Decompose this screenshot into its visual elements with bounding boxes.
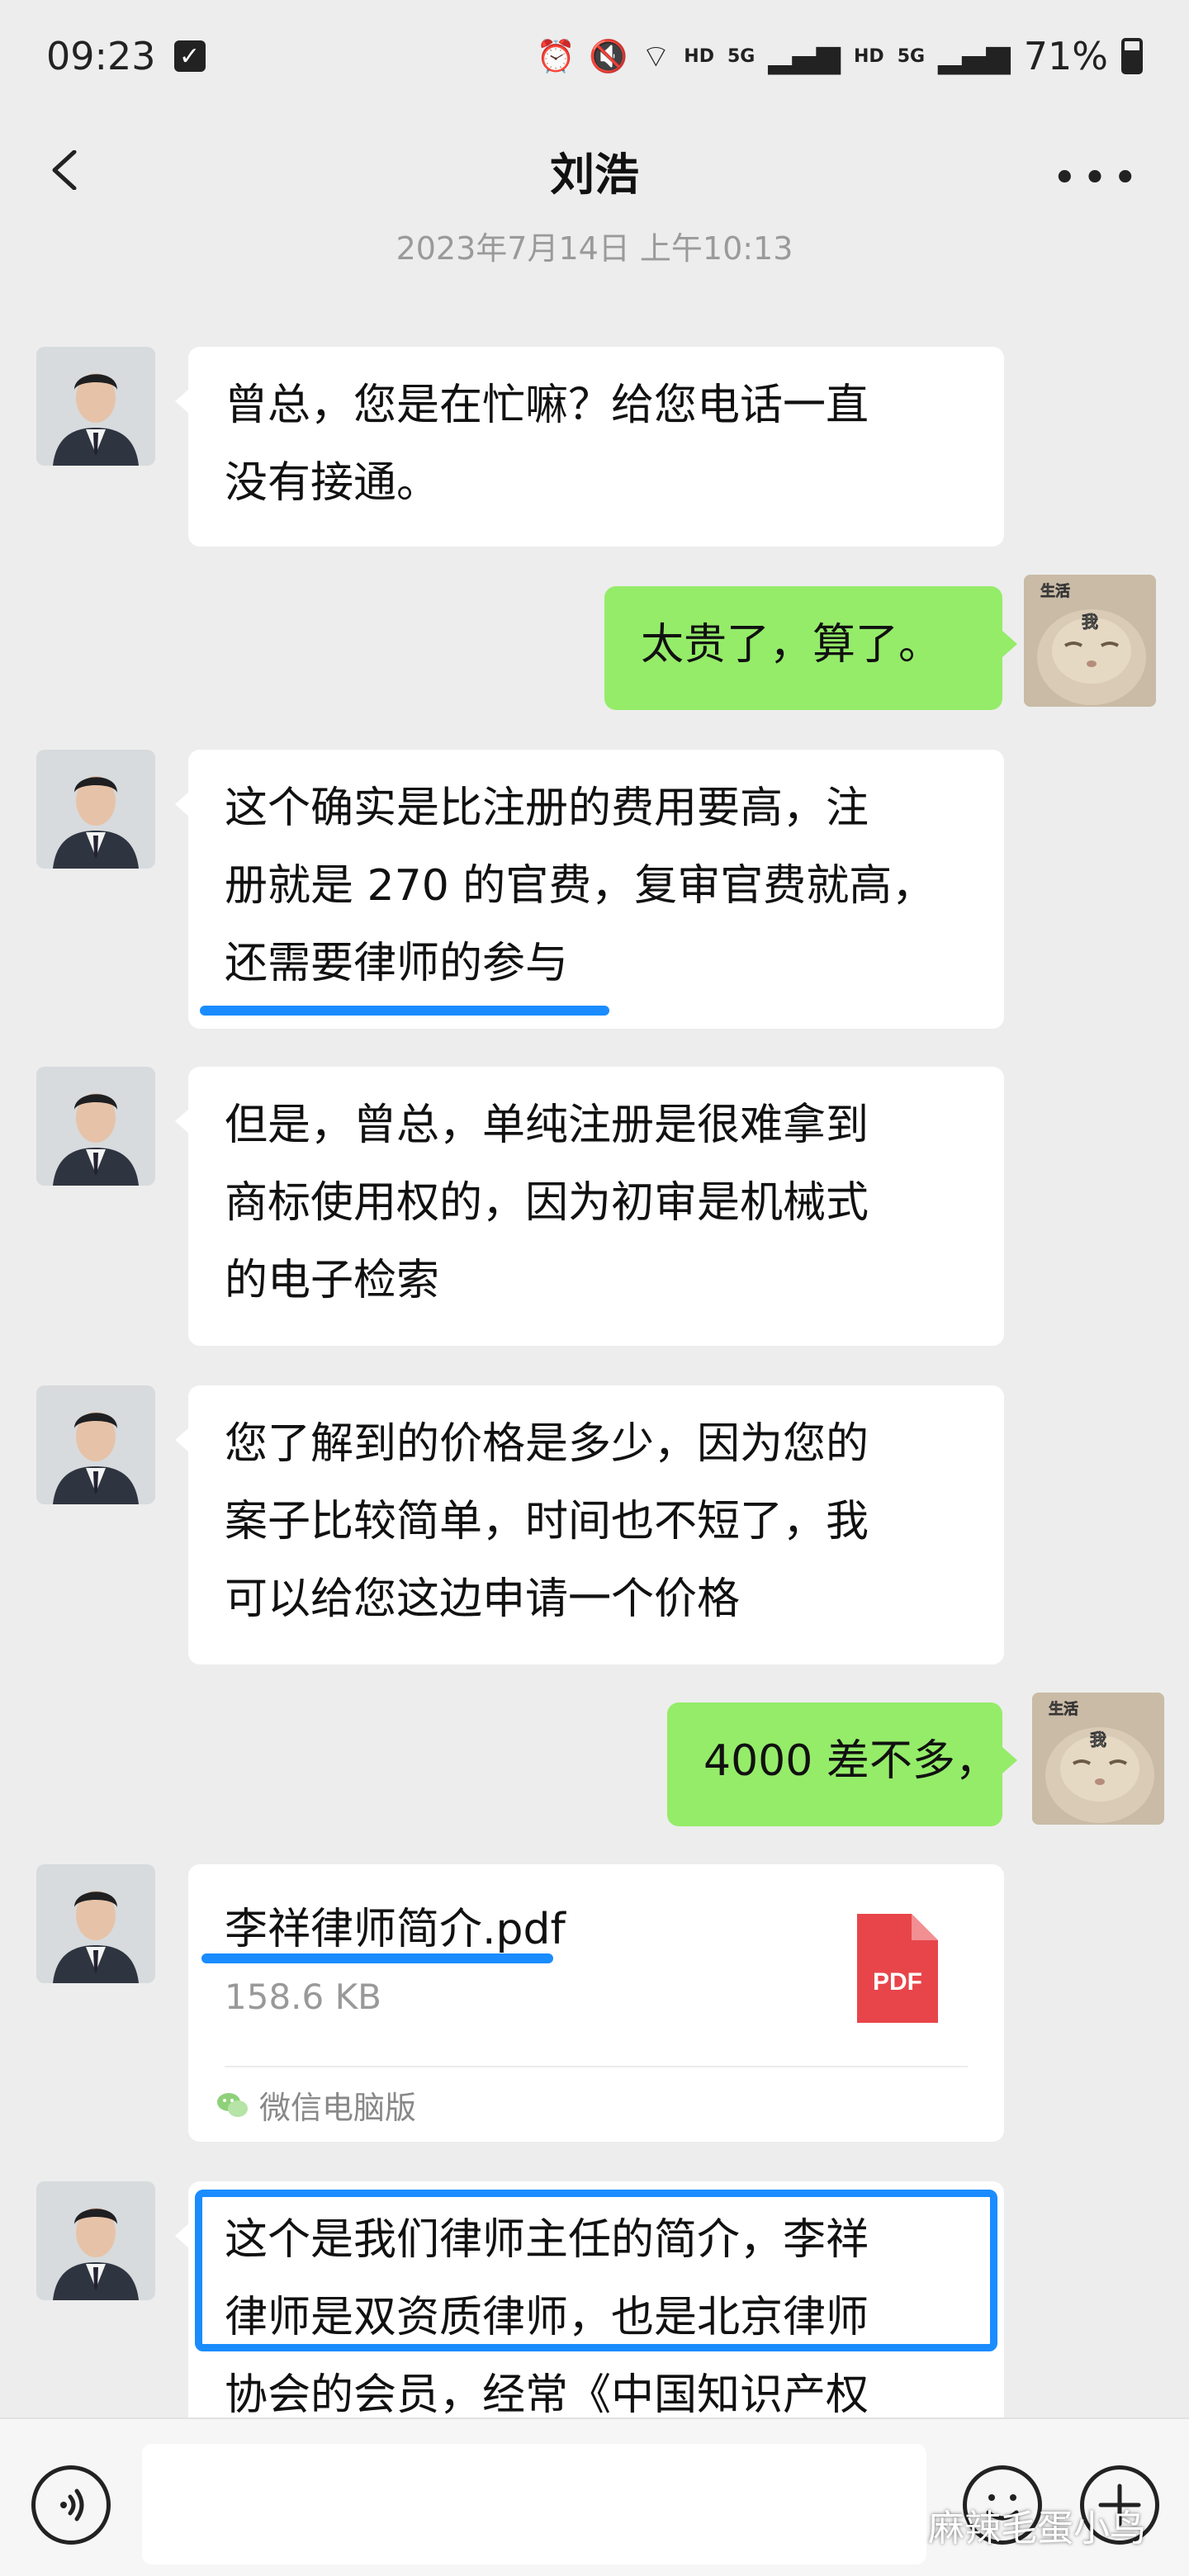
message-bubble[interactable]: 曾总，您是在忙嘛？给您电话一直 没有接通。 — [188, 347, 1004, 547]
file-message-card[interactable]: 李祥律师简介.pdf 158.6 KB PDF 微信电脑版 — [188, 1864, 1004, 2142]
message-bubble[interactable]: 但是，曾总，单纯注册是很难拿到 商标使用权的，因为初审是机械式 的电子检索 — [188, 1067, 1004, 1346]
signal-icon-2: ▂▄▆ — [938, 38, 1011, 74]
avatar[interactable] — [36, 1864, 155, 1983]
message-bubble[interactable]: 这个确实是比注册的费用要高，注 册就是 270 的官费，复审官费就高， 还需要律… — [188, 750, 1004, 1029]
sticker-text: 我 — [1082, 612, 1098, 632]
status-bar: 09:23 ✓ ⏰ 🔇 ⌔ HD 5G ▂▄▆ HD 5G ▂▄▆ 71% — [0, 0, 1189, 112]
message-bubble-mine[interactable]: 太贵了，算了。 — [604, 586, 1002, 710]
status-right: ⏰ 🔇 ⌔ HD 5G ▂▄▆ HD 5G ▂▄▆ 71% — [537, 34, 1143, 78]
message-text: 太贵了，算了。 — [641, 620, 942, 670]
network-label-1: HD — [684, 45, 714, 67]
my-avatar[interactable]: 生活 我 — [1024, 575, 1156, 707]
contact-avatar-image — [36, 1067, 155, 1186]
annotation-underline — [201, 1953, 553, 1963]
status-left: 09:23 ✓ — [46, 34, 206, 78]
wifi-icon: ⌔ — [641, 38, 671, 74]
more-icon[interactable]: ••• — [1052, 154, 1143, 203]
message-text: 曾总，您是在忙嘛？给您电话一直 — [225, 381, 869, 430]
avatar[interactable] — [36, 750, 155, 869]
cat-avatar-image: 生活 我 — [1032, 1693, 1164, 1825]
contact-avatar-image — [36, 750, 155, 869]
message-timestamp: 2023年7月14日 上午10:13 — [396, 230, 793, 267]
signal-label-2: 5G — [897, 45, 926, 67]
avatar[interactable] — [36, 1067, 155, 1186]
annotation-highlight-box — [195, 2190, 997, 2351]
avatar[interactable] — [36, 347, 155, 466]
battery-percent: 71% — [1023, 34, 1108, 78]
message-input[interactable] — [142, 2444, 926, 2564]
chat-title: 刘浩 — [550, 148, 639, 201]
message-text: 案子比较简单，时间也不短了，我 — [225, 1497, 869, 1546]
message-text: 没有接通。 — [225, 458, 440, 508]
message-text: 但是，曾总，单纯注册是很难拿到 — [225, 1101, 869, 1150]
message-text: 4000 差不多， — [703, 1736, 998, 1786]
message-text: 还需要律师的参与 — [225, 939, 569, 988]
message-text: 商标使用权的，因为初审是机械式 — [225, 1178, 869, 1228]
watermark: 麻辣毛蛋小鸟 — [928, 2507, 1146, 2550]
contact-avatar-image — [36, 1385, 155, 1504]
back-arrow-icon[interactable] — [48, 150, 84, 190]
avatar[interactable] — [36, 1385, 155, 1504]
file-source-label: 微信电脑版 — [259, 2090, 417, 2126]
signal-label-1: 5G — [727, 45, 756, 67]
voice-waves-icon — [60, 2488, 84, 2522]
my-avatar[interactable]: 生活 我 — [1032, 1693, 1164, 1825]
mute-icon: 🔇 — [589, 37, 628, 74]
wechat-icon — [217, 2092, 248, 2117]
annotation-underline — [200, 1006, 609, 1016]
message-bubble-mine[interactable]: 4000 差不多， — [667, 1702, 1002, 1826]
message-text: 这个确实是比注册的费用要高，注 — [225, 784, 869, 833]
chat-header: 刘浩 ••• — [0, 112, 1189, 228]
signal-icon: ▂▄▆ — [768, 38, 841, 74]
pdf-icon-label: PDF — [873, 1968, 922, 1996]
contact-avatar-image — [36, 1864, 155, 1983]
voice-icon[interactable] — [31, 2465, 111, 2545]
file-source: 微信电脑版 — [216, 2082, 416, 2128]
alarm-icon: ⏰ — [536, 37, 576, 74]
divider — [225, 2066, 968, 2067]
cat-avatar-image: 生活 我 — [1024, 575, 1156, 707]
sticker-text: 生活 — [1040, 582, 1070, 600]
battery-icon — [1121, 38, 1143, 74]
message-text: 可以给您这边申请一个价格 — [225, 1574, 741, 1624]
pdf-icon: PDF — [857, 1914, 938, 2023]
bubble-tail — [1002, 631, 1017, 657]
input-bar — [0, 2417, 1189, 2576]
message-text: 您了解到的价格是多少，因为您的 — [225, 1419, 869, 1469]
sticker-text: 我 — [1090, 1730, 1106, 1750]
message-bubble[interactable]: 您了解到的价格是多少，因为您的 案子比较简单，时间也不短了，我 可以给您这边申请… — [188, 1385, 1004, 1664]
sticker-text: 生活 — [1049, 1700, 1078, 1718]
contact-avatar-image — [36, 347, 155, 466]
checkbox-notification-icon: ✓ — [173, 40, 206, 72]
message-text: 册就是 270 的官费，复审官费就高， — [225, 861, 936, 911]
contact-avatar-image — [36, 2181, 155, 2300]
file-size: 158.6 KB — [225, 1977, 381, 2017]
message-text: 的电子检索 — [225, 1256, 440, 1305]
status-time: 09:23 — [46, 34, 156, 78]
avatar[interactable] — [36, 2181, 155, 2300]
bubble-tail — [1002, 1747, 1017, 1773]
network-label-2: HD — [854, 45, 884, 67]
file-name: 李祥律师简介.pdf — [225, 1905, 566, 1954]
